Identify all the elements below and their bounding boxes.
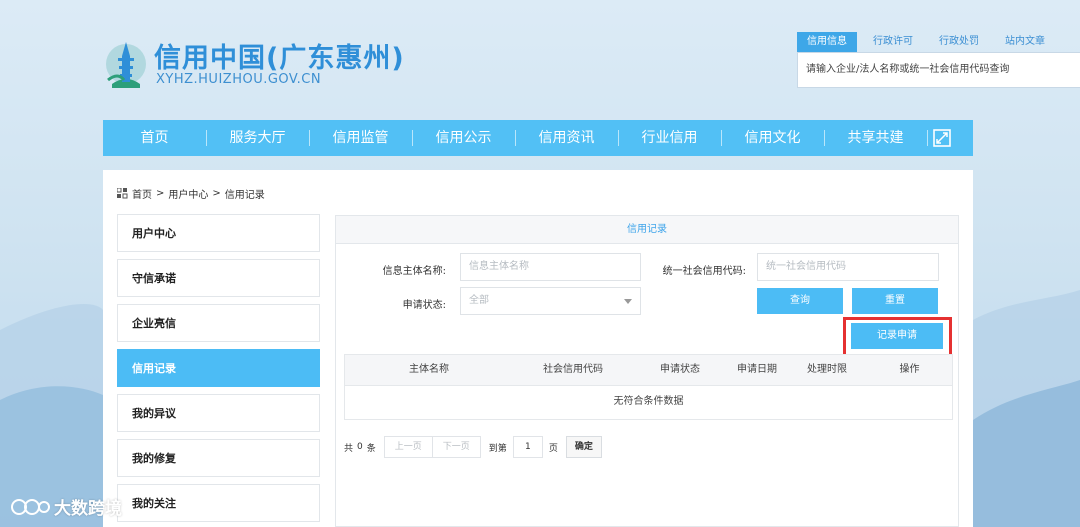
records-table: 主体名称 社会信用代码 申请状态 申请日期 处理时限 操作 无符合条件数据: [344, 354, 953, 420]
main-panel: 首页 > 用户中心 > 信用记录 用户中心 守信承诺 企业亮信 信用记录 我的异…: [103, 170, 973, 527]
chevron-down-icon: [624, 299, 632, 304]
watermark-logo-icon: [11, 498, 50, 515]
total-count: 0: [357, 442, 363, 452]
goto-confirm-button[interactable]: 确定: [565, 436, 602, 458]
sidebar-item-my-objection[interactable]: 我的异议: [117, 394, 320, 432]
grid-icon: [117, 188, 128, 199]
sidebar-item-user-center[interactable]: 用户中心: [117, 214, 320, 252]
nav-item-credit-publicity[interactable]: 信用公示: [412, 120, 515, 156]
sidebar-item-trust-commitment[interactable]: 守信承诺: [117, 259, 320, 297]
pagoda-logo-icon: [106, 42, 146, 88]
site-search: 信用信息 行政许可 行政处罚 站内文章 请输入企业/法人名称或统一社会信用代码查…: [797, 32, 1080, 89]
logo-title: 信用中国(广东惠州): [154, 43, 405, 74]
breadcrumb-separator: >: [156, 188, 165, 199]
expand-icon[interactable]: [927, 120, 957, 156]
main-nav: 首页 服务大厅 信用监管 信用公示 信用资讯 行业信用 信用文化 共享共建: [103, 120, 973, 156]
col-deadline: 处理时限: [807, 364, 847, 375]
breadcrumb-user-center[interactable]: 用户中心: [168, 186, 208, 201]
search-tabs: 信用信息 行政许可 行政处罚 站内文章: [797, 32, 1080, 52]
next-page-button[interactable]: 下一页: [432, 436, 481, 458]
nav-item-industry-credit[interactable]: 行业信用: [618, 120, 721, 156]
subject-name-label: 信息主体名称:: [382, 266, 446, 277]
total-prefix: 共: [344, 443, 354, 454]
col-actions: 操作: [899, 364, 920, 375]
sidebar: 用户中心 守信承诺 企业亮信 信用记录 我的异议 我的修复 我的关注: [117, 214, 320, 527]
table-empty-message: 无符合条件数据: [344, 386, 953, 420]
breadcrumb-current: 信用记录: [224, 190, 265, 201]
apply-status-label: 申请状态:: [402, 300, 446, 311]
credit-record-panel: 信用记录 信息主体名称: 信息主体名称 统一社会信用代码: 统一社会信用代码 申…: [335, 215, 959, 527]
sidebar-item-credit-record[interactable]: 信用记录: [117, 349, 320, 387]
expand-arrows-icon: [933, 129, 951, 147]
col-apply-date: 申请日期: [737, 364, 777, 375]
record-apply-button[interactable]: 记录申请: [851, 323, 943, 349]
total-suffix: 条: [366, 443, 376, 454]
breadcrumb: 首页 > 用户中心 > 信用记录: [117, 186, 265, 201]
col-apply-status: 申请状态: [660, 364, 700, 375]
nav-item-home[interactable]: 首页: [103, 120, 206, 156]
pagination: 共 0 条 上一页 下一页 到第 1 页 确定: [344, 435, 602, 459]
apply-status-value: 全部: [469, 295, 489, 306]
subject-name-input[interactable]: 信息主体名称: [460, 253, 641, 281]
logo-url: XYHZ.HUIZHOU.GOV.CN: [156, 72, 322, 87]
breadcrumb-separator: >: [212, 188, 221, 199]
goto-prefix: 到第: [488, 443, 507, 454]
sidebar-item-my-repair[interactable]: 我的修复: [117, 439, 320, 477]
nav-item-credit-supervision[interactable]: 信用监管: [309, 120, 412, 156]
credit-code-input[interactable]: 统一社会信用代码: [757, 253, 939, 281]
nav-item-credit-culture[interactable]: 信用文化: [721, 120, 824, 156]
nav-item-credit-news[interactable]: 信用资讯: [515, 120, 618, 156]
sidebar-item-enterprise-credit[interactable]: 企业亮信: [117, 304, 320, 342]
reset-button[interactable]: 重置: [852, 288, 938, 314]
search-tab-credit-info[interactable]: 信用信息: [797, 32, 857, 52]
nav-item-sharing[interactable]: 共享共建: [824, 120, 927, 156]
col-credit-code: 社会信用代码: [543, 364, 603, 375]
col-subject-name: 主体名称: [409, 364, 449, 375]
prev-page-button[interactable]: 上一页: [383, 436, 433, 458]
panel-title: 信用记录: [336, 216, 958, 244]
breadcrumb-home[interactable]: 首页: [132, 186, 152, 201]
nav-item-service-hall[interactable]: 服务大厅: [206, 120, 309, 156]
goto-suffix: 页: [548, 443, 558, 454]
query-button[interactable]: 查询: [757, 288, 843, 314]
table-header: 主体名称 社会信用代码 申请状态 申请日期 处理时限 操作: [344, 354, 953, 386]
sidebar-item-my-follow[interactable]: 我的关注: [117, 484, 320, 522]
search-input[interactable]: 请输入企业/法人名称或统一社会信用代码查询: [797, 52, 1080, 88]
credit-code-label: 统一社会信用代码:: [662, 266, 746, 277]
watermark: 大数跨境: [10, 494, 122, 519]
watermark-text: 大数跨境: [54, 499, 122, 519]
search-tab-admin-license[interactable]: 行政许可: [863, 32, 923, 52]
search-tab-site-articles[interactable]: 站内文章: [995, 32, 1055, 52]
site-logo[interactable]: 信用中国(广东惠州) XYHZ.HUIZHOU.GOV.CN: [104, 32, 414, 94]
apply-status-select[interactable]: 全部: [460, 287, 641, 315]
search-tab-admin-penalty[interactable]: 行政处罚: [929, 32, 989, 52]
page-number-input[interactable]: 1: [512, 436, 543, 458]
